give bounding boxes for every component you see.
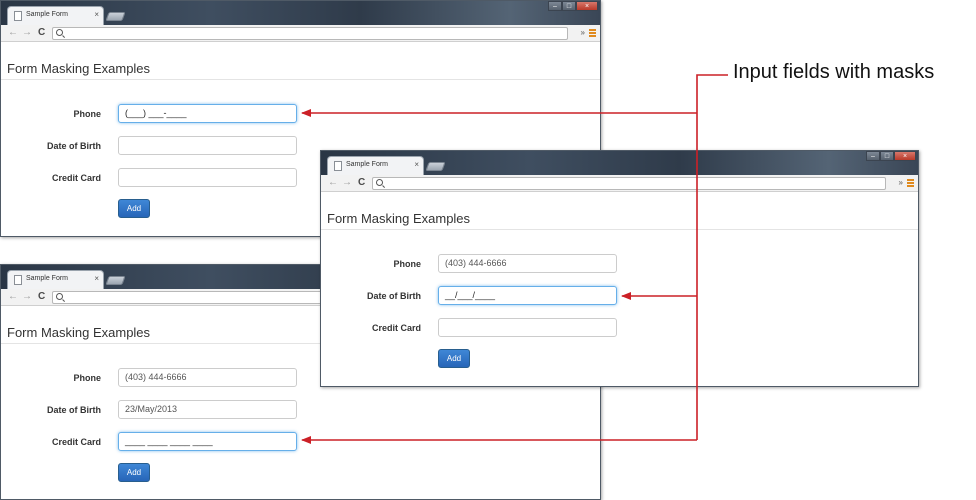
- phone-label: Phone: [393, 259, 421, 269]
- header-divider: [1, 79, 600, 80]
- browser-tab[interactable]: Sample Form ×: [327, 156, 424, 175]
- phone-input[interactable]: (403) 444-6666: [438, 254, 617, 273]
- close-tab-icon[interactable]: ×: [414, 160, 419, 170]
- dob-label: Date of Birth: [367, 291, 421, 301]
- card-label: Credit Card: [51, 173, 101, 183]
- dob-label: Date of Birth: [47, 141, 101, 151]
- forward-icon[interactable]: →: [22, 291, 32, 303]
- card-label: Credit Card: [371, 323, 421, 333]
- dob-label: Date of Birth: [47, 405, 101, 415]
- minimize-button[interactable]: –: [548, 1, 562, 11]
- title-bar: Sample Form × – □ ×: [321, 151, 918, 175]
- page-viewport: Form Masking Examples Phone (403) 444-66…: [321, 192, 918, 386]
- browser-toolbar: ← → C »: [321, 175, 918, 192]
- reload-icon[interactable]: C: [358, 177, 365, 189]
- forward-icon[interactable]: →: [22, 27, 32, 39]
- back-icon[interactable]: ←: [8, 291, 18, 303]
- tab-title: Sample Form: [26, 275, 69, 282]
- minimize-button[interactable]: –: [866, 151, 880, 161]
- address-bar[interactable]: [372, 177, 886, 190]
- phone-label: Phone: [73, 109, 101, 119]
- browser-tab[interactable]: Sample Form ×: [7, 6, 104, 25]
- close-tab-icon[interactable]: ×: [94, 10, 99, 20]
- search-icon: [56, 293, 63, 300]
- page-title: Form Masking Examples: [7, 61, 151, 76]
- tab-title: Sample Form: [26, 11, 69, 18]
- page-title: Form Masking Examples: [7, 325, 151, 340]
- add-button[interactable]: Add: [118, 463, 150, 482]
- page-icon: [334, 161, 342, 171]
- page-icon: [14, 275, 22, 285]
- search-icon: [376, 179, 383, 186]
- header-divider: [321, 229, 918, 230]
- annotation-label: Input fields with masks: [733, 61, 935, 83]
- chevron-right-icon[interactable]: »: [899, 177, 903, 189]
- menu-icon[interactable]: [907, 179, 914, 187]
- browser-toolbar: ← → C »: [1, 25, 600, 42]
- address-bar[interactable]: [52, 27, 568, 40]
- close-window-button[interactable]: ×: [894, 151, 916, 161]
- back-icon[interactable]: ←: [8, 27, 18, 39]
- card-input[interactable]: [118, 168, 297, 187]
- dob-input[interactable]: [118, 136, 297, 155]
- add-button[interactable]: Add: [118, 199, 150, 218]
- menu-icon[interactable]: [589, 29, 596, 37]
- phone-label: Phone: [73, 373, 101, 383]
- browser-tab[interactable]: Sample Form ×: [7, 270, 104, 289]
- close-tab-icon[interactable]: ×: [94, 274, 99, 284]
- add-button[interactable]: Add: [438, 349, 470, 368]
- forward-icon[interactable]: →: [342, 177, 352, 189]
- reload-icon[interactable]: C: [38, 291, 45, 303]
- phone-input[interactable]: (___) ___-____: [118, 104, 297, 123]
- card-label: Credit Card: [51, 437, 101, 447]
- close-window-button[interactable]: ×: [576, 1, 598, 11]
- maximize-button[interactable]: □: [562, 1, 576, 11]
- new-tab-button[interactable]: [105, 12, 126, 21]
- page-title: Form Masking Examples: [327, 211, 471, 226]
- dob-input[interactable]: 23/May/2013: [118, 400, 297, 419]
- browser-window-2: Sample Form × – □ × ← → C » Form Masking…: [320, 150, 919, 387]
- new-tab-button[interactable]: [105, 276, 126, 285]
- tab-title: Sample Form: [346, 161, 389, 168]
- card-input[interactable]: ____ ____ ____ ____: [118, 432, 297, 451]
- chevron-right-icon[interactable]: »: [581, 27, 585, 39]
- search-icon: [56, 29, 63, 36]
- back-icon[interactable]: ←: [328, 177, 338, 189]
- title-bar: Sample Form × – □ ×: [1, 1, 600, 25]
- page-icon: [14, 11, 22, 21]
- new-tab-button[interactable]: [425, 162, 446, 171]
- phone-input[interactable]: (403) 444-6666: [118, 368, 297, 387]
- reload-icon[interactable]: C: [38, 27, 45, 39]
- maximize-button[interactable]: □: [880, 151, 894, 161]
- card-input[interactable]: [438, 318, 617, 337]
- dob-input[interactable]: __/___/____: [438, 286, 617, 305]
